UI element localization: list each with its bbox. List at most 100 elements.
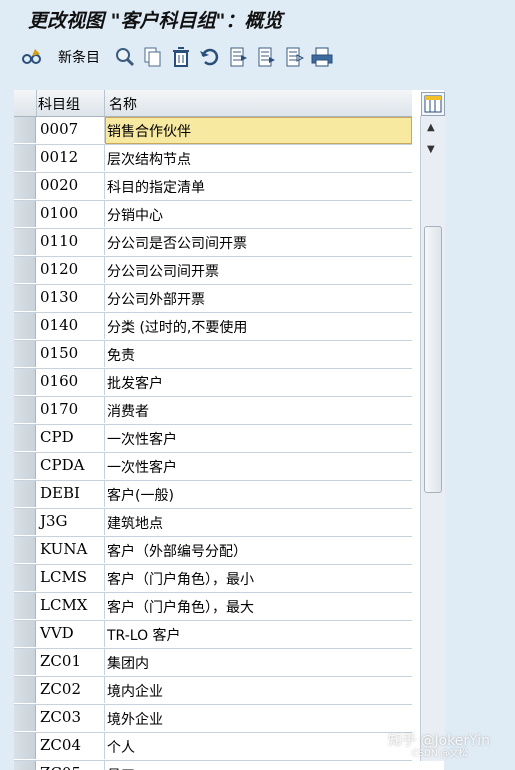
name-cell[interactable]: 客户（外部编号分配）: [107, 541, 247, 561]
table-row[interactable]: ZC02 境内企业: [14, 677, 412, 705]
table-row[interactable]: ZC01 集团内: [14, 649, 412, 677]
row-selector[interactable]: [14, 593, 36, 619]
name-cell[interactable]: 免责: [107, 345, 135, 365]
row-selector[interactable]: [14, 565, 36, 591]
row-selector[interactable]: [14, 705, 36, 731]
table-row[interactable]: VVD TR-LO 客户: [14, 621, 412, 649]
name-cell[interactable]: 一次性客户: [107, 429, 177, 449]
table-row[interactable]: LCMX 客户（门户角色），最大: [14, 593, 412, 621]
table-settings-button[interactable]: [421, 92, 445, 116]
scrollbar-thumb[interactable]: [424, 226, 442, 493]
column-header-account-group[interactable]: 科目组: [38, 94, 80, 114]
name-cell[interactable]: 一次性客户: [107, 457, 177, 477]
table-row[interactable]: 0020 科目的指定清单: [14, 173, 412, 201]
glasses-change-icon[interactable]: [20, 45, 44, 69]
name-cell[interactable]: 销售合作伙伴: [107, 121, 191, 141]
row-selector[interactable]: [14, 481, 36, 507]
row-selector[interactable]: [14, 621, 36, 647]
name-cell[interactable]: 分类 (过时的,不要使用: [107, 317, 247, 337]
name-cell[interactable]: 分公司是否公司间开票: [107, 233, 247, 253]
table-row[interactable]: 0100 分销中心: [14, 201, 412, 229]
column-header-name[interactable]: 名称: [109, 94, 137, 114]
account-group-cell: J3G: [40, 512, 68, 530]
select-all-rows-button[interactable]: [14, 90, 37, 116]
row-selector[interactable]: [14, 537, 36, 563]
table-row[interactable]: ZC05 员工: [14, 761, 412, 770]
table-row[interactable]: KUNA 客户（外部编号分配）: [14, 537, 412, 565]
account-group-cell: ZC01: [40, 652, 81, 670]
table-row[interactable]: ZC03 境外企业: [14, 705, 412, 733]
row-selector[interactable]: [14, 257, 36, 283]
print-icon[interactable]: [310, 45, 334, 69]
row-selector[interactable]: [14, 145, 36, 171]
scroll-down-icon[interactable]: ▼: [427, 144, 435, 155]
row-selector[interactable]: [14, 649, 36, 675]
copy-icon[interactable]: [142, 45, 164, 69]
name-cell[interactable]: 个人: [107, 737, 135, 757]
name-cell[interactable]: 员工: [107, 765, 135, 770]
table-row[interactable]: 0160 批发客户: [14, 369, 412, 397]
select-block-icon[interactable]: [256, 45, 278, 69]
name-cell[interactable]: 集团内: [107, 653, 149, 673]
row-selector[interactable]: [14, 201, 36, 227]
table-row[interactable]: 0130 分公司外部开票: [14, 285, 412, 313]
table-row[interactable]: DEBI 客户(一般): [14, 481, 412, 509]
name-cell[interactable]: 建筑地点: [107, 513, 163, 533]
row-selector[interactable]: [14, 313, 36, 339]
scroll-up-icon[interactable]: ▲: [427, 122, 435, 133]
table-row[interactable]: ZC04 个人: [14, 733, 412, 761]
name-cell[interactable]: 分销中心: [107, 205, 163, 225]
account-group-cell: 0012: [40, 148, 79, 166]
account-group-cell: 0120: [40, 260, 79, 278]
table-row[interactable]: 0120 分公司公司间开票: [14, 257, 412, 285]
row-selector[interactable]: [14, 677, 36, 703]
name-cell[interactable]: TR-LO 客户: [107, 625, 181, 645]
row-selector[interactable]: [14, 229, 36, 255]
application-toolbar: 新条目: [0, 38, 515, 76]
table-row[interactable]: 0012 层次结构节点: [14, 145, 412, 173]
row-selector[interactable]: [14, 285, 36, 311]
name-cell[interactable]: 批发客户: [107, 373, 163, 393]
select-all-icon[interactable]: [228, 45, 250, 69]
row-selector[interactable]: [14, 397, 36, 423]
name-cell[interactable]: 科目的指定清单: [107, 177, 205, 197]
table-row[interactable]: CPD 一次性客户: [14, 425, 412, 453]
row-selector[interactable]: [14, 369, 36, 395]
name-cell[interactable]: 客户（门户角色），最大: [107, 597, 254, 617]
row-selector[interactable]: [14, 173, 36, 199]
undo-icon[interactable]: [198, 45, 220, 69]
table-row[interactable]: 0170 消费者: [14, 397, 412, 425]
table-row[interactable]: J3G 建筑地点: [14, 509, 412, 537]
row-selector[interactable]: [14, 117, 36, 143]
row-selector[interactable]: [14, 453, 36, 479]
delete-icon[interactable]: [170, 45, 192, 69]
row-selector[interactable]: [14, 509, 36, 535]
name-cell[interactable]: 分公司外部开票: [107, 289, 205, 309]
table-row[interactable]: CPDA 一次性客户: [14, 453, 412, 481]
new-entries-button[interactable]: 新条目: [54, 45, 104, 69]
table-row[interactable]: 0110 分公司是否公司间开票: [14, 229, 412, 257]
name-cell[interactable]: 客户（门户角色），最小: [107, 569, 254, 589]
account-group-cell: 0020: [40, 176, 79, 194]
account-group-cell: KUNA: [40, 540, 88, 558]
row-selector[interactable]: [14, 341, 36, 367]
deselect-all-icon[interactable]: [284, 45, 306, 69]
account-group-cell: 0160: [40, 372, 79, 390]
account-group-cell: ZC04: [40, 736, 81, 754]
table-row[interactable]: 0140 分类 (过时的,不要使用: [14, 313, 412, 341]
name-cell[interactable]: 境内企业: [107, 681, 163, 701]
vertical-scrollbar[interactable]: ▲ ▼: [420, 116, 445, 761]
row-selector[interactable]: [14, 761, 36, 770]
account-group-cell: CPDA: [40, 456, 85, 474]
details-icon[interactable]: [114, 45, 136, 69]
table-row[interactable]: LCMS 客户（门户角色），最小: [14, 565, 412, 593]
table-row[interactable]: 0007 销售合作伙伴: [14, 117, 412, 145]
row-selector[interactable]: [14, 733, 36, 759]
name-cell[interactable]: 客户(一般): [107, 485, 174, 505]
row-selector[interactable]: [14, 425, 36, 451]
name-cell[interactable]: 分公司公司间开票: [107, 261, 219, 281]
name-cell[interactable]: 境外企业: [107, 709, 163, 729]
table-row[interactable]: 0150 免责: [14, 341, 412, 369]
name-cell[interactable]: 消费者: [107, 401, 149, 421]
name-cell[interactable]: 层次结构节点: [107, 149, 191, 169]
